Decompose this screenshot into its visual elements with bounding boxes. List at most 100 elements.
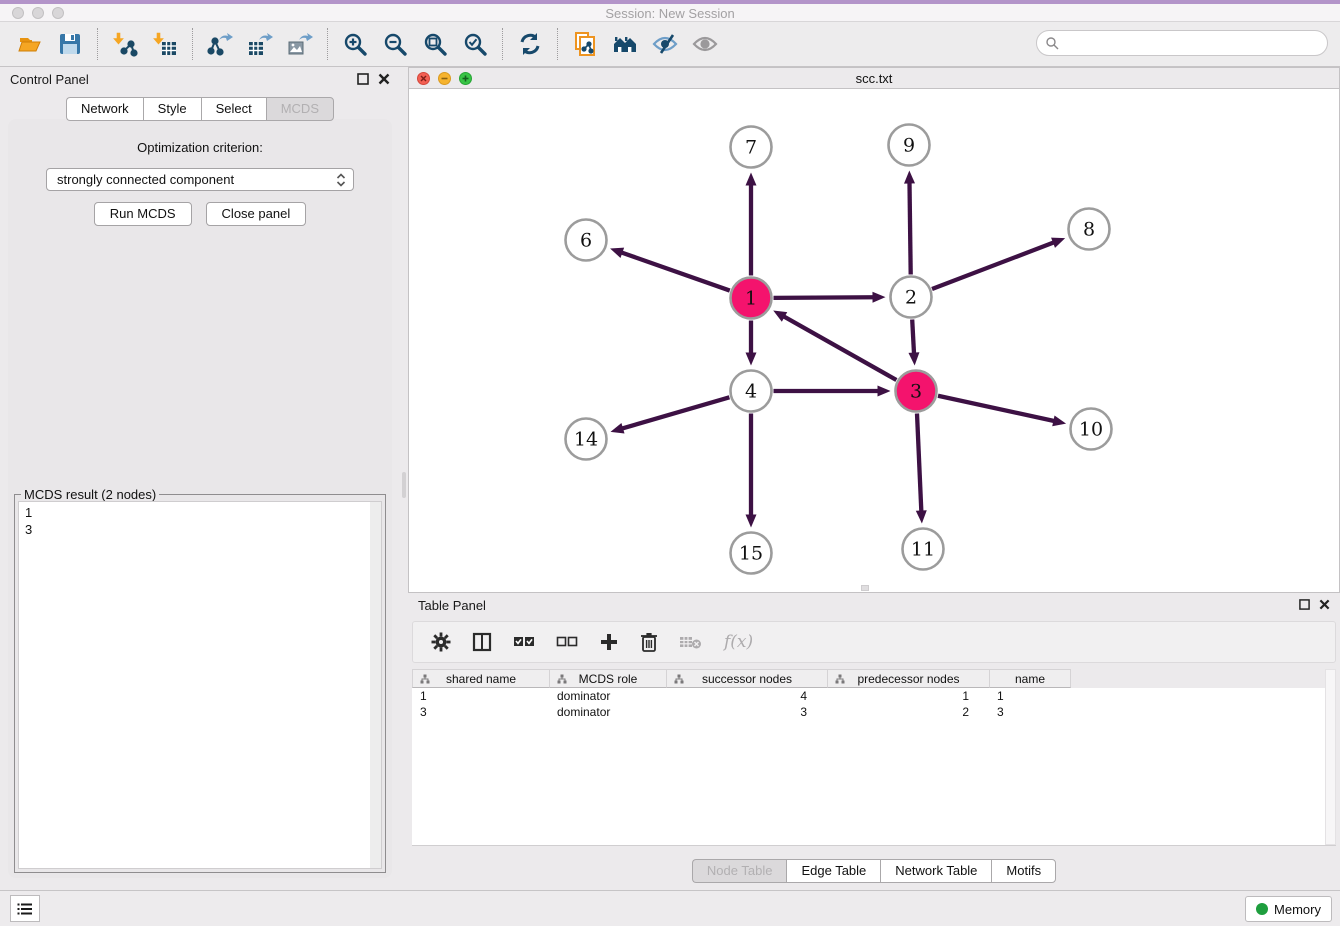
edge-arrow-4-14	[610, 423, 624, 434]
column-header-successor-nodes[interactable]: successor nodes	[666, 669, 827, 688]
criterion-select[interactable]: strongly connected component	[46, 168, 354, 191]
table-options-icon[interactable]	[431, 632, 451, 652]
table-rows: 1dominator4113dominator323	[412, 688, 1325, 720]
control-panel-tabs: NetworkStyleSelectMCDS	[0, 97, 400, 121]
result-scrollbar[interactable]	[370, 502, 381, 868]
edge-3-11[interactable]	[917, 413, 921, 512]
import-table-icon[interactable]	[145, 25, 185, 63]
canvas-grip[interactable]	[861, 585, 869, 591]
zoom-in-icon[interactable]	[335, 25, 375, 63]
import-network-icon[interactable]	[105, 25, 145, 63]
graph-node-label-2: 2	[905, 287, 917, 309]
network-window-title: scc.txt	[409, 71, 1339, 86]
cell-successor-nodes[interactable]: 4	[666, 688, 827, 704]
show-all-icon[interactable]	[685, 25, 725, 63]
open-file-icon[interactable]	[10, 25, 50, 63]
delete-columns-icon[interactable]	[640, 632, 658, 652]
column-header-name[interactable]: name	[989, 669, 1071, 688]
tab-node-table[interactable]: Node Table	[692, 859, 787, 883]
edge-1-2[interactable]	[773, 297, 874, 298]
first-neighbors-icon[interactable]	[605, 25, 645, 63]
table-row-1[interactable]: 1dominator411	[412, 688, 1325, 704]
toolbar-separator	[557, 28, 558, 60]
edge-2-9[interactable]	[909, 181, 910, 274]
edge-1-6[interactable]	[620, 252, 729, 290]
zoom-out-icon[interactable]	[375, 25, 415, 63]
column-header-label: shared name	[446, 672, 516, 686]
save-session-icon[interactable]	[50, 25, 90, 63]
zoom-fit-icon[interactable]	[415, 25, 455, 63]
network-window-titlebar: scc.txt	[409, 68, 1339, 89]
column-type-icon	[557, 674, 567, 684]
tab-network[interactable]: Network	[66, 97, 143, 121]
column-header-MCDS-role[interactable]: MCDS role	[549, 669, 666, 688]
clone-network-icon[interactable]	[565, 25, 605, 63]
close-panel-button[interactable]: Close panel	[206, 202, 307, 226]
cell-shared-name[interactable]: 1	[412, 688, 549, 704]
main-toolbar	[0, 22, 1340, 67]
edge-3-1[interactable]	[783, 316, 897, 380]
hide-selected-icon[interactable]	[645, 25, 685, 63]
add-column-icon[interactable]	[599, 632, 619, 652]
mcds-result-area[interactable]: 1 3	[18, 501, 382, 869]
export-network-icon[interactable]	[200, 25, 240, 63]
network-canvas[interactable]: 7968124314101511	[409, 89, 1339, 592]
float-table-panel-icon[interactable]	[1299, 599, 1310, 610]
unselect-all-icon[interactable]	[556, 634, 578, 650]
column-header-shared-name[interactable]: shared name	[412, 669, 549, 688]
refresh-icon[interactable]	[510, 25, 550, 63]
memory-status-icon	[1256, 903, 1268, 915]
column-header-label: name	[1015, 672, 1045, 686]
cell-predecessor-nodes[interactable]: 2	[827, 704, 989, 720]
zoom-selected-icon[interactable]	[455, 25, 495, 63]
tab-network-table[interactable]: Network Table	[880, 859, 991, 883]
export-table-icon[interactable]	[240, 25, 280, 63]
tab-select[interactable]: Select	[201, 97, 266, 121]
edge-arrow-1-6	[610, 248, 624, 258]
toolbar-separator	[192, 28, 193, 60]
table-row-2[interactable]: 3dominator323	[412, 704, 1325, 720]
float-panel-icon[interactable]	[357, 73, 369, 85]
run-mcds-button[interactable]: Run MCDS	[94, 202, 192, 226]
table-scrollbar[interactable]	[1325, 669, 1336, 845]
column-header-predecessor-nodes[interactable]: predecessor nodes	[827, 669, 989, 688]
memory-button[interactable]: Memory	[1245, 896, 1332, 922]
task-history-button[interactable]	[10, 895, 40, 922]
graph-node-label-6: 6	[580, 230, 592, 252]
status-bar: Memory	[0, 890, 1340, 926]
export-image-icon[interactable]	[280, 25, 320, 63]
cell-successor-nodes[interactable]: 3	[666, 704, 827, 720]
cell-MCDS-role[interactable]: dominator	[549, 704, 666, 720]
tab-edge-table[interactable]: Edge Table	[786, 859, 880, 883]
list-icon	[17, 902, 33, 916]
graph-node-label-15: 15	[739, 543, 763, 565]
tab-style[interactable]: Style	[143, 97, 201, 121]
select-all-icon[interactable]	[513, 634, 535, 650]
edge-2-8[interactable]	[932, 242, 1055, 289]
close-panel-icon[interactable]	[378, 73, 390, 85]
show-columns-icon[interactable]	[472, 632, 492, 652]
control-panel-title: Control Panel	[10, 72, 89, 87]
edge-3-10[interactable]	[938, 396, 1055, 421]
function-builder-icon[interactable]: f(x)	[724, 632, 753, 652]
edge-4-14[interactable]	[621, 397, 729, 429]
network-graph[interactable]: 7968124314101511	[409, 89, 1339, 592]
tab-motifs[interactable]: Motifs	[991, 859, 1056, 883]
splitter-handle[interactable]	[402, 472, 406, 498]
cell-name[interactable]: 1	[989, 688, 1071, 704]
edge-2-3[interactable]	[912, 319, 914, 354]
destroy-table-icon[interactable]	[679, 634, 703, 650]
cell-MCDS-role[interactable]: dominator	[549, 688, 666, 704]
search-input[interactable]	[1063, 36, 1327, 51]
cell-predecessor-nodes[interactable]: 1	[827, 688, 989, 704]
search-box[interactable]	[1036, 30, 1328, 56]
close-table-panel-icon[interactable]	[1319, 599, 1330, 610]
vertical-splitter[interactable]	[400, 67, 408, 890]
window-title: Session: New Session	[0, 6, 1340, 21]
cell-name[interactable]: 3	[989, 704, 1071, 720]
table-body-background	[412, 720, 1325, 845]
tab-mcds[interactable]: MCDS	[266, 97, 334, 121]
cell-shared-name[interactable]: 3	[412, 704, 549, 720]
edge-arrow-1-7	[746, 173, 757, 186]
edge-arrow-3-11	[916, 510, 927, 523]
